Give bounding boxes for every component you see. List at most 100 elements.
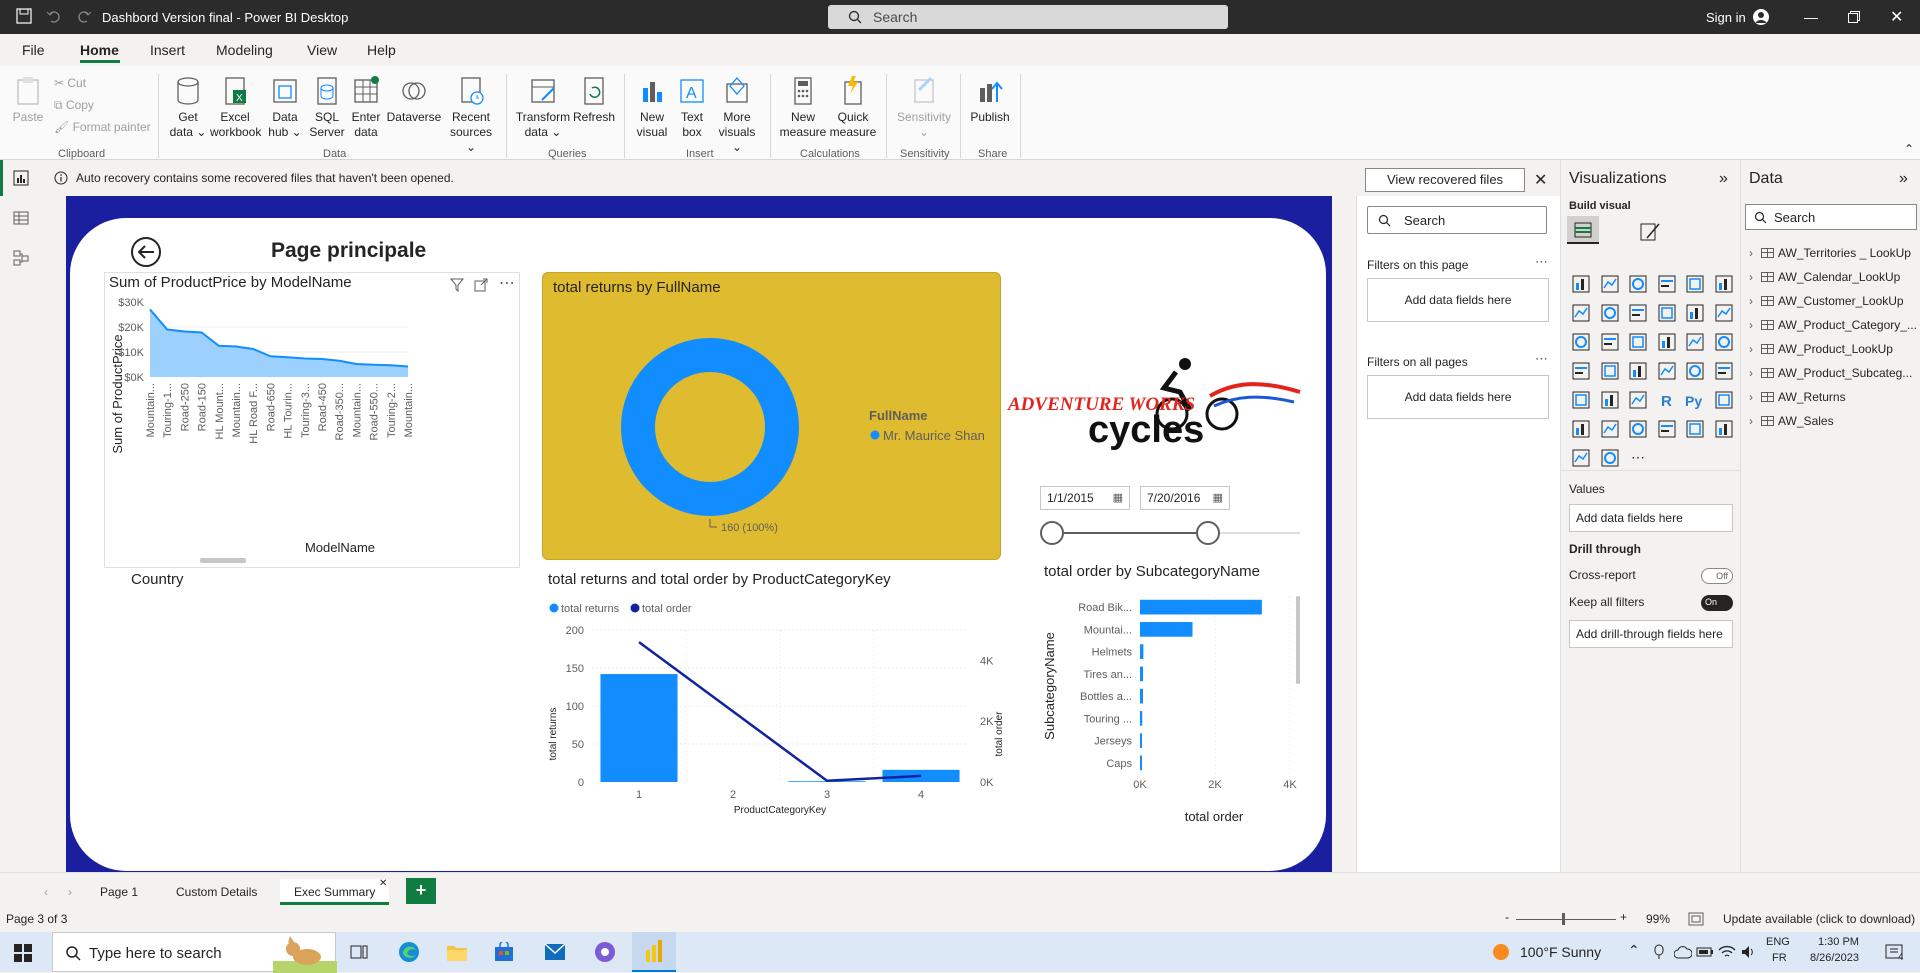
drill-through-drop-zone[interactable]: Add drill-through fields here <box>1569 620 1733 648</box>
powerbi-taskbar-button[interactable] <box>632 932 676 972</box>
cross-report-toggle[interactable]: Off <box>1701 568 1733 584</box>
100-stacked-bar-chart-icon[interactable] <box>1685 274 1705 294</box>
trophy-goals-icon[interactable] <box>1657 419 1677 439</box>
filters-page-drop-zone[interactable]: Add data fields here <box>1367 278 1549 322</box>
edge-browser-icon[interactable] <box>398 941 420 963</box>
data-table-item[interactable]: ›AW_Product_Subcateg... <box>1749 366 1912 380</box>
data-table-item[interactable]: ›AW_Returns <box>1749 390 1846 404</box>
page-tab-custom-details[interactable]: Custom Details <box>162 879 271 905</box>
volume-icon[interactable] <box>1740 944 1758 960</box>
data-table-item[interactable]: ›AW_Product_LookUp <box>1749 342 1893 356</box>
save-icon[interactable] <box>16 8 32 24</box>
excel-workbook-button[interactable]: X Excel workbook <box>210 74 260 140</box>
get-data-button[interactable]: Get data ⌄ <box>168 74 208 140</box>
zoom-slider-handle[interactable] <box>1562 913 1565 925</box>
close-infobar-icon[interactable]: ✕ <box>1534 170 1547 190</box>
calendar-icon[interactable]: ▦ <box>1113 487 1123 509</box>
azure-map-icon[interactable] <box>1571 448 1591 468</box>
sql-server-button[interactable]: SQL Server <box>308 74 346 140</box>
slicer-start-date[interactable]: 1/1/2015 ▦ <box>1040 486 1130 510</box>
refresh-button[interactable]: Refresh <box>572 74 616 125</box>
mail-icon[interactable] <box>544 943 566 961</box>
r-visual-icon[interactable]: R <box>1657 390 1677 410</box>
transform-data-button[interactable]: Transform data ⌄ <box>514 74 572 140</box>
menu-modeling[interactable]: Modeling <box>216 42 273 58</box>
fit-to-page-icon[interactable] <box>1688 912 1704 926</box>
new-measure-button[interactable]: New measure <box>778 74 828 140</box>
collapse-pane-icon[interactable]: » <box>1719 170 1728 188</box>
add-page-button[interactable]: + <box>406 878 436 904</box>
file-explorer-icon[interactable] <box>446 942 468 962</box>
paginated-report-icon[interactable] <box>1628 419 1648 439</box>
collapse-pane-icon[interactable]: » <box>1899 170 1908 188</box>
zoom-out-button[interactable]: - <box>1505 910 1509 924</box>
store-icon[interactable] <box>494 942 514 962</box>
language-indicator[interactable]: ENG <box>1766 936 1790 948</box>
close-window-button[interactable]: ✕ <box>1890 7 1903 27</box>
slider-start-handle[interactable] <box>1041 522 1063 544</box>
battery-icon[interactable] <box>1696 944 1714 960</box>
taskbar-search-box[interactable]: Type here to search <box>52 932 336 972</box>
recent-sources-button[interactable]: Recent sources ⌄ <box>446 74 496 155</box>
horizontal-scrollbar[interactable] <box>200 558 246 563</box>
weather-text[interactable]: 100°F Sunny <box>1520 944 1601 960</box>
chevron-up-icon[interactable]: ⌃ <box>1628 942 1640 959</box>
pie-chart-icon[interactable] <box>1657 332 1677 352</box>
report-view-icon[interactable] <box>13 170 29 186</box>
menu-home[interactable]: Home <box>80 42 119 58</box>
zoom-in-button[interactable]: + <box>1620 910 1627 924</box>
vertical-scrollbar[interactable] <box>1296 596 1300 684</box>
title-search-box[interactable]: Search <box>828 5 1228 29</box>
quick-measure-button[interactable]: Quick measure <box>828 74 878 140</box>
redo-icon[interactable] <box>76 8 92 24</box>
slicer-end-date[interactable]: 7/20/2016 ▦ <box>1140 486 1230 510</box>
table-view-icon[interactable] <box>13 210 29 226</box>
publish-button[interactable]: Publish <box>966 74 1014 125</box>
new-visual-button[interactable]: New visual <box>634 74 670 140</box>
sensitivity-button[interactable]: Sensitivity ⌄ <box>894 74 954 140</box>
clock-date[interactable]: 8/26/2023 <box>1810 952 1859 964</box>
page-tab-exec-summary[interactable]: Exec Summary ✕ <box>280 879 389 905</box>
more-visuals-button[interactable]: More visuals ⌄ <box>712 74 762 155</box>
gauge-icon[interactable] <box>1628 361 1648 381</box>
scatter-chart-icon[interactable] <box>1628 332 1648 352</box>
model-view-icon[interactable] <box>13 250 29 266</box>
format-painter-button[interactable]: 🖌 Format painter <box>54 120 151 134</box>
undo-icon[interactable] <box>46 8 62 24</box>
stacked-area-chart-icon[interactable] <box>1628 303 1648 323</box>
python-visual-icon[interactable]: Py <box>1685 390 1705 410</box>
minimize-button[interactable]: — <box>1804 9 1818 25</box>
menu-insert[interactable]: Insert <box>150 42 185 58</box>
donut-chart-visual[interactable]: total returns by FullName 160 (100%) Ful… <box>542 272 1001 560</box>
view-recovered-files-button[interactable]: View recovered files <box>1365 168 1525 192</box>
keep-all-filters-toggle[interactable]: On <box>1701 595 1733 611</box>
decomposition-tree-icon[interactable] <box>1571 419 1591 439</box>
enter-data-button[interactable]: Enter data <box>348 74 384 140</box>
calendar-icon[interactable]: ▦ <box>1213 487 1223 509</box>
qa-visual-icon[interactable] <box>1600 419 1620 439</box>
copilot-icon[interactable] <box>594 941 616 963</box>
clustered-bar-chart-icon[interactable] <box>1628 274 1648 294</box>
more-options-icon[interactable]: ⋯ <box>1535 351 1548 367</box>
more-visuals-icon[interactable]: ⋯ <box>1628 448 1648 468</box>
filters-search-input[interactable]: Search <box>1367 206 1547 234</box>
multi-row-card-icon[interactable] <box>1685 361 1705 381</box>
scroll-right-icon[interactable]: › <box>68 885 72 899</box>
focus-mode-icon[interactable] <box>473 277 489 293</box>
build-visual-tab[interactable] <box>1567 216 1599 244</box>
waterfall-chart-icon[interactable] <box>1571 332 1591 352</box>
area-chart-icon[interactable] <box>1600 303 1620 323</box>
format-visual-icon[interactable] <box>1637 220 1661 244</box>
filled-map-icon[interactable] <box>1600 361 1620 381</box>
data-table-item[interactable]: ›AW_Sales <box>1749 414 1834 428</box>
key-influencers-icon[interactable] <box>1714 390 1734 410</box>
signin-link[interactable]: Sign in <box>1706 10 1746 25</box>
windows-start-icon[interactable] <box>14 944 32 962</box>
slider-end-handle[interactable] <box>1197 522 1219 544</box>
data-table-item[interactable]: ›AW_Calendar_LookUp <box>1749 270 1900 284</box>
filter-icon[interactable] <box>449 277 465 293</box>
slicer-icon[interactable] <box>1571 390 1591 410</box>
data-table-item[interactable]: ›AW_Product_Category_... <box>1749 318 1917 332</box>
clustered-column-chart-icon[interactable] <box>1657 274 1677 294</box>
collapse-ribbon-icon[interactable]: ⌃ <box>1904 142 1914 156</box>
